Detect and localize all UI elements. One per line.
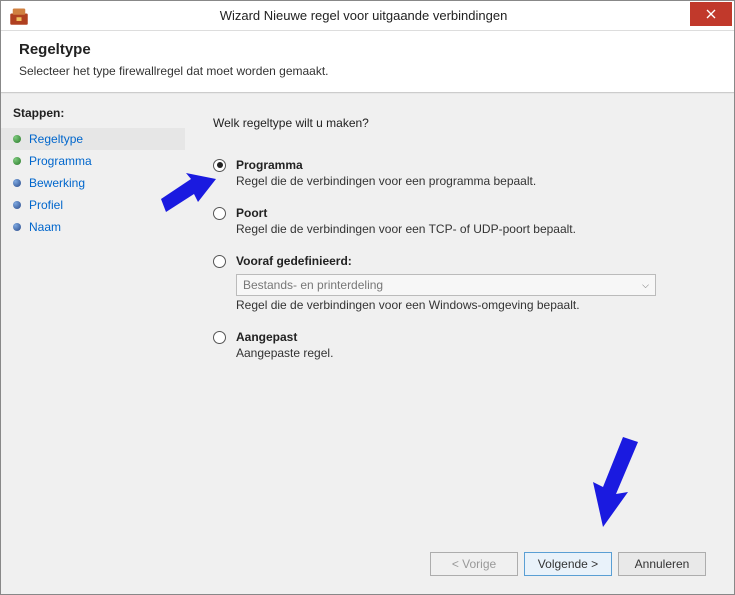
step-regeltype[interactable]: Regeltype: [1, 128, 185, 150]
back-button: < Vorige: [430, 552, 518, 576]
step-bewerking[interactable]: Bewerking: [1, 172, 185, 194]
step-label: Bewerking: [29, 176, 85, 190]
radio-poort[interactable]: [213, 207, 226, 220]
step-profiel[interactable]: Profiel: [1, 194, 185, 216]
option-aangepast: Aangepast Aangepaste regel.: [213, 330, 706, 360]
main-panel: Welk regeltype wilt u maken? Programma R…: [185, 94, 734, 594]
option-desc: Regel die de verbindingen voor een progr…: [236, 174, 706, 188]
bullet-icon: [13, 179, 21, 187]
option-label: Poort: [236, 206, 267, 220]
step-label: Naam: [29, 220, 61, 234]
wizard-body: Stappen: Regeltype Programma Bewerking P…: [1, 93, 734, 594]
steps-heading: Stappen:: [1, 102, 185, 128]
titlebar: Wizard Nieuwe regel voor uitgaande verbi…: [1, 1, 734, 31]
wizard-header: Regeltype Selecteer het type firewallreg…: [1, 31, 734, 93]
dropdown-value: Bestands- en printerdeling: [243, 278, 383, 292]
step-label: Profiel: [29, 198, 63, 212]
step-label: Programma: [29, 154, 92, 168]
option-vooraf: Vooraf gedefinieerd: Bestands- en printe…: [213, 254, 706, 312]
question-text: Welk regeltype wilt u maken?: [213, 116, 706, 130]
option-programma: Programma Regel die de verbindingen voor…: [213, 158, 706, 188]
wizard-window: Wizard Nieuwe regel voor uitgaande verbi…: [0, 0, 735, 595]
rule-type-options: Programma Regel die de verbindingen voor…: [213, 158, 706, 360]
window-title: Wizard Nieuwe regel voor uitgaande verbi…: [37, 8, 690, 23]
step-label: Regeltype: [29, 132, 83, 146]
chevron-down-icon: ⌵: [642, 280, 649, 291]
close-button[interactable]: [690, 2, 732, 26]
page-subtitle: Selecteer het type firewallregel dat moe…: [19, 64, 716, 78]
next-button[interactable]: Volgende >: [524, 552, 612, 576]
radio-programma[interactable]: [213, 159, 226, 172]
page-title: Regeltype: [19, 41, 716, 58]
bullet-icon: [13, 135, 21, 143]
option-label: Aangepast: [236, 330, 297, 344]
option-poort: Poort Regel die de verbindingen voor een…: [213, 206, 706, 236]
bullet-icon: [13, 157, 21, 165]
bullet-icon: [13, 201, 21, 209]
option-label: Programma: [236, 158, 303, 172]
option-label: Vooraf gedefinieerd:: [236, 254, 352, 268]
option-desc: Regel die de verbindingen voor een Windo…: [236, 298, 706, 312]
predefined-dropdown: Bestands- en printerdeling ⌵: [236, 274, 656, 296]
radio-vooraf[interactable]: [213, 255, 226, 268]
radio-aangepast[interactable]: [213, 331, 226, 344]
app-icon: [9, 6, 29, 26]
option-desc: Regel die de verbindingen voor een TCP- …: [236, 222, 706, 236]
cancel-button[interactable]: Annuleren: [618, 552, 706, 576]
bullet-icon: [13, 223, 21, 231]
wizard-footer: < Vorige Volgende > Annuleren: [213, 536, 706, 582]
steps-sidebar: Stappen: Regeltype Programma Bewerking P…: [1, 94, 185, 594]
step-programma[interactable]: Programma: [1, 150, 185, 172]
option-desc: Aangepaste regel.: [236, 346, 706, 360]
step-naam[interactable]: Naam: [1, 216, 185, 238]
